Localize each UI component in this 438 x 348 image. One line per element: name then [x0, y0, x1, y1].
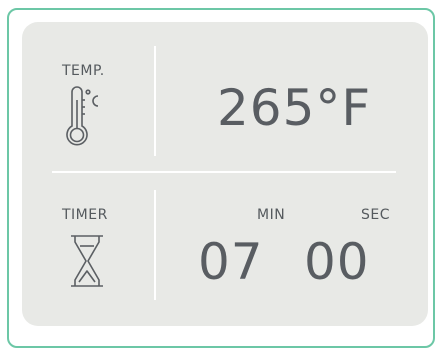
- seconds-label: SEC: [361, 207, 391, 223]
- hourglass-icon: [71, 235, 103, 287]
- timer-label: TIMER: [62, 207, 108, 223]
- timer-divider: [154, 190, 156, 300]
- row-divider: [52, 171, 396, 173]
- timer-minutes: 07: [198, 233, 264, 291]
- thermometer-celsius-icon: [66, 86, 99, 146]
- temp-label: TEMP.: [62, 63, 105, 79]
- minutes-label: MIN: [257, 207, 286, 223]
- timer-seconds: 00: [304, 233, 370, 291]
- temp-divider: [154, 46, 156, 156]
- temperature-value: 265°F: [217, 79, 372, 137]
